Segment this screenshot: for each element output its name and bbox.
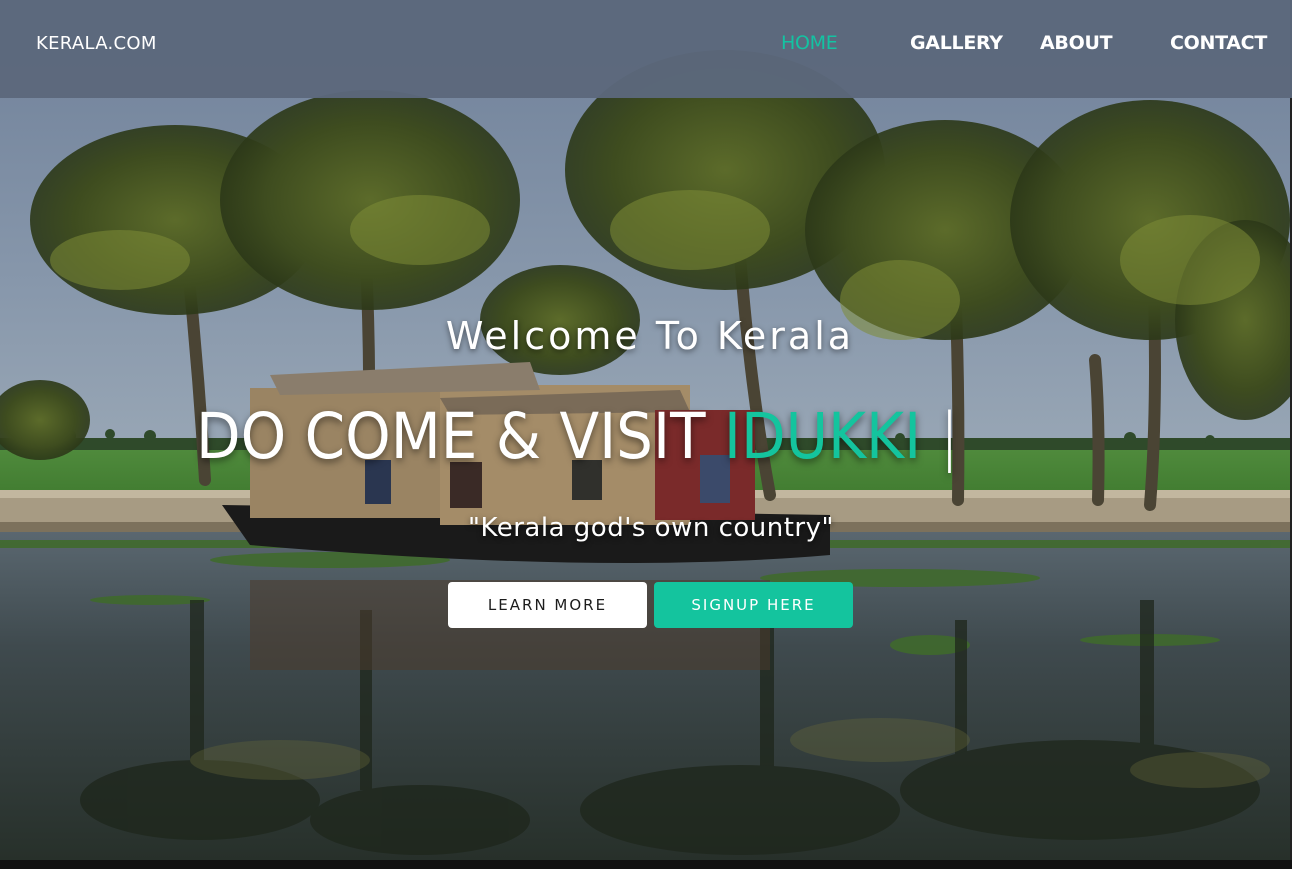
- hero-tagline: "Kerala god's own country": [468, 513, 834, 543]
- hero-headline: DO COME & VISIT IDUKKI |: [196, 400, 959, 473]
- hero-section: Welcome To Kerala DO COME & VISIT IDUKKI…: [0, 0, 1292, 860]
- headline-prefix: DO COME & VISIT: [196, 400, 724, 473]
- typing-cursor: |: [921, 400, 960, 473]
- signup-button[interactable]: SIGNUP HERE: [654, 582, 853, 628]
- hero-welcome-heading: Welcome To Kerala: [445, 314, 855, 358]
- learn-more-button[interactable]: LEARN MORE: [448, 582, 647, 628]
- page: KERALA.COM HOME GALLERY ABOUT CONTACT We…: [0, 0, 1292, 869]
- bottom-edge: [0, 860, 1292, 869]
- headline-highlight: IDUKKI: [723, 400, 922, 473]
